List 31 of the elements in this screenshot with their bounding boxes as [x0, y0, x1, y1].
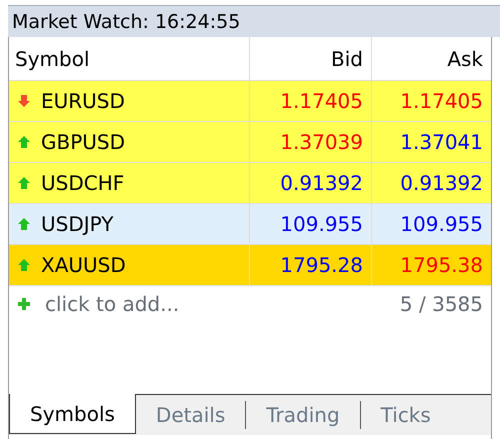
- tab[interactable]: Ticks: [360, 401, 451, 429]
- bid-cell: 0.91392: [280, 171, 363, 195]
- symbol-cell: USDCHF: [41, 171, 124, 195]
- window-title: Market Watch: 16:24:55: [8, 5, 500, 37]
- column-header[interactable]: Symbol: [15, 46, 90, 70]
- table-row[interactable]: XAUUSD 1795.28 1795.38: [9, 245, 491, 286]
- ask-cell: 1.17405: [400, 89, 483, 113]
- ask-cell: 109.955: [400, 212, 483, 236]
- ask-cell: 0.91392: [400, 171, 483, 195]
- symbol-count: 5 / 3585: [400, 292, 483, 316]
- symbol-cell: GBPUSD: [41, 130, 126, 154]
- table-row[interactable]: USDJPY 109.955 109.955: [9, 204, 491, 245]
- column-header[interactable]: Ask: [447, 46, 483, 70]
- add-symbol-link[interactable]: click to add...: [45, 292, 180, 316]
- tab[interactable]: Symbols: [9, 394, 136, 434]
- bid-cell: 1.17405: [280, 89, 363, 113]
- column-header[interactable]: Bid: [331, 46, 363, 70]
- tab[interactable]: Details: [136, 401, 246, 429]
- plus-icon: [17, 297, 31, 311]
- ask-cell: 1795.38: [400, 253, 483, 277]
- bid-cell: 1795.28: [280, 253, 363, 277]
- bid-cell: 109.955: [280, 212, 363, 236]
- symbol-cell: EURUSD: [41, 89, 125, 113]
- symbol-cell: USDJPY: [41, 212, 114, 236]
- tab[interactable]: Trading: [246, 401, 361, 429]
- table-row[interactable]: USDCHF 0.91392 0.91392: [9, 163, 491, 204]
- bid-cell: 1.37039: [280, 130, 363, 154]
- ask-cell: 1.37041: [400, 130, 483, 154]
- table-row[interactable]: GBPUSD 1.37039 1.37041: [9, 122, 491, 163]
- table-row[interactable]: EURUSD 1.17405 1.17405: [9, 81, 491, 122]
- symbol-cell: XAUUSD: [41, 253, 126, 277]
